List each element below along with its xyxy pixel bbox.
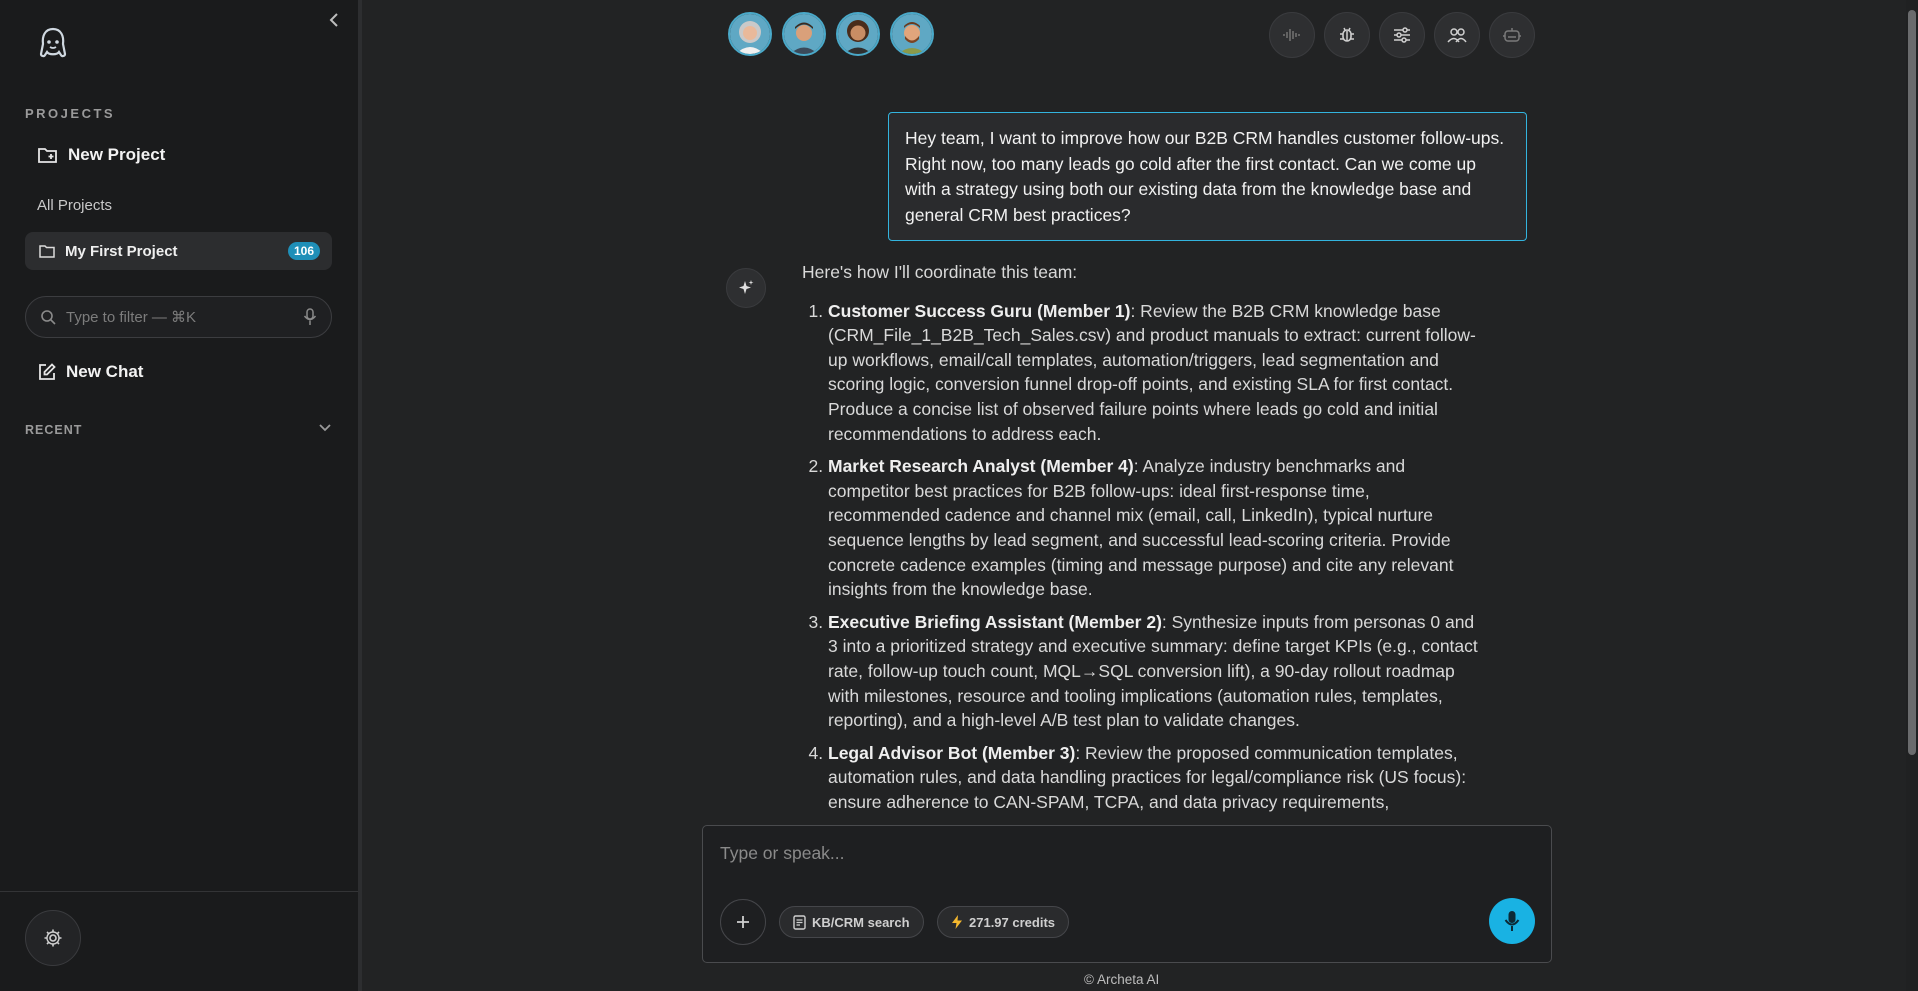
top-toolbar: [1269, 12, 1535, 58]
project-item-my-first-project[interactable]: My First Project 106: [25, 232, 332, 270]
debug-button[interactable]: [1324, 12, 1370, 58]
credits-chip[interactable]: 271.97 credits: [937, 906, 1070, 938]
list-item: Customer Success Guru (Member 1): Review…: [828, 299, 1482, 447]
sidebar: PROJECTS New Project All Projects My Fir…: [0, 0, 362, 991]
filter-input[interactable]: [66, 308, 293, 326]
settings-button[interactable]: [25, 910, 81, 966]
new-project-button[interactable]: New Project: [38, 145, 165, 165]
robot-icon: [1503, 28, 1521, 42]
avatar-member-3[interactable]: [836, 12, 880, 56]
assistant-message: Here's how I'll coordinate this team: Cu…: [802, 260, 1482, 825]
microphone-icon: [1504, 911, 1520, 931]
page-scrollbar[interactable]: [1906, 0, 1918, 991]
list-item: Executive Briefing Assistant (Member 2):…: [828, 610, 1482, 733]
team-button[interactable]: [1434, 12, 1480, 58]
list-item: Market Research Analyst (Member 4): Anal…: [828, 454, 1482, 602]
audio-wave-button[interactable]: [1269, 12, 1315, 58]
microphone-icon[interactable]: [303, 308, 317, 326]
credits-label: 271.97 credits: [969, 914, 1056, 930]
gear-icon: [44, 929, 62, 947]
audio-wave-icon: [1283, 29, 1300, 41]
team-avatars: [728, 12, 934, 56]
settings-sliders-button[interactable]: [1379, 12, 1425, 58]
new-chat-label: New Chat: [66, 362, 144, 381]
assistant-avatar: [726, 268, 766, 308]
list-item: Legal Advisor Bot (Member 3): Review the…: [828, 741, 1482, 815]
new-project-label: New Project: [68, 145, 166, 164]
folder-icon: [39, 245, 55, 258]
plus-icon: [737, 916, 749, 928]
kb-chip-label: KB/CRM search: [812, 914, 910, 930]
scrollbar-thumb[interactable]: [1908, 10, 1916, 755]
users-icon: [1447, 28, 1467, 43]
filter-box: [25, 296, 332, 338]
lightning-icon: [952, 915, 962, 929]
avatar-member-2[interactable]: [782, 12, 826, 56]
assistant-list: Customer Success Guru (Member 1): Review…: [802, 299, 1482, 815]
list-item-title: Executive Briefing Assistant (Member 2): [828, 611, 1162, 632]
project-count-badge: 106: [287, 242, 320, 260]
list-item-text: : Review the B2B CRM knowledge base (CRM…: [828, 300, 1476, 444]
logo-icon: [39, 27, 67, 58]
list-item-title: Market Research Analyst (Member 4): [828, 456, 1134, 477]
avatar-member-4[interactable]: [890, 12, 934, 56]
chevron-down-icon: [319, 424, 331, 432]
list-item-title: Legal Advisor Bot (Member 3): [828, 742, 1076, 763]
all-projects-link[interactable]: All Projects: [37, 197, 112, 214]
list-item-title: Customer Success Guru (Member 1): [828, 300, 1131, 321]
folder-plus-icon: [38, 148, 57, 163]
robot-button[interactable]: [1489, 12, 1535, 58]
recent-label: RECENT: [25, 423, 83, 437]
main-area: Hey team, I want to improve how our B2B …: [366, 0, 1906, 991]
edit-icon: [39, 363, 56, 380]
project-name: My First Project: [65, 242, 178, 260]
sparkle-icon: [739, 280, 754, 294]
list-item-text: : Analyze industry benchmarks and compet…: [828, 456, 1454, 600]
attach-button[interactable]: [720, 899, 766, 945]
search-icon: [41, 310, 56, 325]
chevron-left-icon: [329, 13, 338, 27]
collapse-sidebar-button[interactable]: [322, 8, 346, 32]
footer-copyright: © Archeta AI: [1084, 972, 1160, 987]
sidebar-footer: [0, 891, 358, 991]
recent-toggle[interactable]: [318, 420, 332, 434]
avatar-member-1[interactable]: [728, 12, 772, 56]
new-chat-button[interactable]: New Chat: [38, 362, 143, 382]
composer: KB/CRM search 271.97 credits: [702, 825, 1552, 963]
document-icon: [793, 914, 806, 930]
app-logo[interactable]: [36, 26, 70, 60]
sliders-icon: [1394, 27, 1410, 43]
bug-icon: [1340, 27, 1354, 42]
assistant-intro: Here's how I'll coordinate this team:: [802, 262, 1078, 282]
voice-input-button[interactable]: [1489, 898, 1535, 944]
user-message: Hey team, I want to improve how our B2B …: [888, 112, 1527, 241]
kb-crm-search-chip[interactable]: KB/CRM search: [779, 906, 924, 938]
message-input[interactable]: [720, 843, 1500, 873]
projects-label: PROJECTS: [25, 106, 116, 121]
